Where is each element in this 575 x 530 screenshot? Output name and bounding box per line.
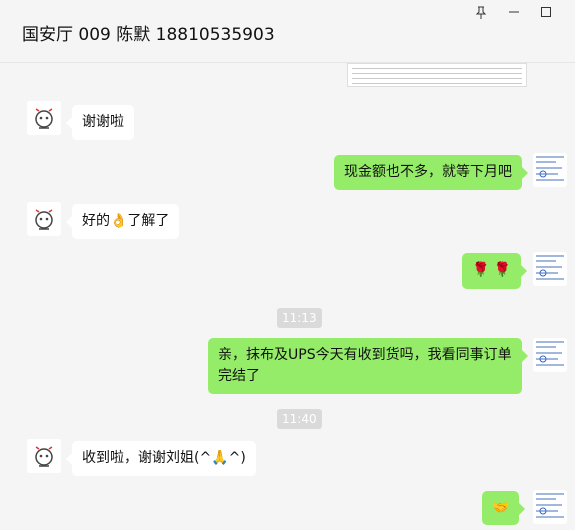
message-bubble-outgoing[interactable]: 🌹 🌹 [462,253,528,289]
my-avatar[interactable] [533,153,567,187]
message-text: 收到啦，谢谢刘姐(^🙏^) [82,450,246,466]
chat-title: 国安厅 009 陈默 18810535903 [22,25,275,45]
minimize-icon[interactable] [503,6,525,22]
chat-area[interactable]: 谢谢啦 现金额也不多，就等下月吧 好的👌了解了 🌹 🌹 11:13 亲，抹布及U… [0,63,575,530]
pin-icon[interactable] [470,6,492,22]
message-bubble-outgoing[interactable]: 亲，抹布及UPS今天有收到货吗，我看同事订单完结了 [208,338,528,394]
message-bubble-outgoing[interactable]: 现金额也不多，就等下月吧 [334,155,528,190]
my-avatar[interactable] [533,490,567,524]
message-text: 🤝 [492,500,510,516]
contact-avatar[interactable] [27,439,61,473]
timestamp: 11:13 [277,308,322,328]
maximize-icon[interactable] [535,6,557,22]
message-bubble-incoming[interactable]: 好的👌了解了 [65,204,180,239]
my-avatar[interactable] [533,252,567,286]
contact-avatar[interactable] [27,101,61,135]
contact-avatar[interactable] [27,202,61,236]
message-text: 亲，抹布及UPS今天有收到货吗，我看同事订单完结了 [218,347,512,384]
message-text: 谢谢啦 [82,114,124,130]
message-text: 现金额也不多，就等下月吧 [344,164,512,180]
message-text: 🌹 🌹 [472,262,512,278]
message-bubble-outgoing[interactable]: 🤝 [482,491,526,525]
message-text: 好的👌了解了 [82,213,170,229]
title-bar: 国安厅 009 陈默 18810535903 [0,0,575,63]
message-bubble-incoming[interactable]: 收到啦，谢谢刘姐(^🙏^) [66,441,256,476]
my-avatar[interactable] [533,338,567,372]
message-bubble-incoming[interactable]: 谢谢啦 [66,105,134,140]
image-preview[interactable] [347,63,527,87]
timestamp: 11:40 [277,409,322,429]
